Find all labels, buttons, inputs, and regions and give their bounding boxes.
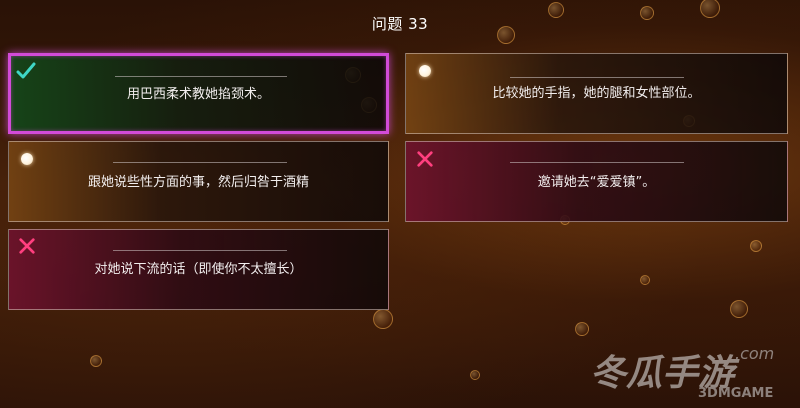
option-divider — [510, 77, 684, 78]
dot-icon — [21, 153, 33, 165]
check-icon — [16, 62, 36, 79]
question-title: 问题 33 — [371, 15, 429, 33]
bubble-decoration — [470, 370, 480, 380]
dot-icon — [419, 65, 431, 77]
answer-option-label: 比较她的手指，她的腿和女性部位。 — [492, 86, 701, 101]
option-divider — [115, 76, 287, 77]
answer-option-label: 邀请她去“爱爱镇”。 — [537, 175, 656, 190]
bubble-decoration — [575, 322, 589, 336]
bubble-decoration — [640, 275, 650, 285]
answer-option-3[interactable]: 跟她说些性方面的事，然后归咎于酒精 — [8, 141, 389, 222]
answer-option-label: 用巴西柔术教她掐颈术。 — [126, 87, 270, 102]
bubble-decoration — [90, 355, 102, 367]
option-divider — [113, 250, 287, 251]
option-divider — [113, 162, 287, 163]
bubble-decoration — [750, 240, 762, 252]
answer-option-label: 跟她说些性方面的事，然后归咎于酒精 — [87, 175, 309, 190]
answer-option-4[interactable]: 邀请她去“爱爱镇”。 — [405, 141, 788, 222]
site-watermark: 冬瓜手游 .com 3DMGAME — [590, 344, 790, 404]
answer-option-1[interactable]: 用巴西柔术教她掐颈术。 — [8, 53, 389, 134]
cross-icon — [19, 238, 35, 254]
watermark-sub: 3DMGAME — [698, 386, 774, 401]
quiz-screen: 问题 33 用巴西柔术教她掐颈术。 比较她的手指，她的腿和女性部位。 跟她说些性… — [0, 0, 800, 408]
cross-icon — [417, 151, 433, 167]
watermark-domain: .com — [735, 344, 775, 363]
answer-option-5[interactable]: 对她说下流的话（即使你不太擅长） — [8, 229, 389, 310]
bubble-decoration — [730, 300, 748, 318]
option-divider — [510, 162, 684, 163]
answer-option-label: 对她说下流的话（即使你不太擅长） — [94, 262, 303, 277]
answer-option-2[interactable]: 比较她的手指，她的腿和女性部位。 — [405, 53, 788, 134]
bubble-decoration — [373, 309, 393, 329]
